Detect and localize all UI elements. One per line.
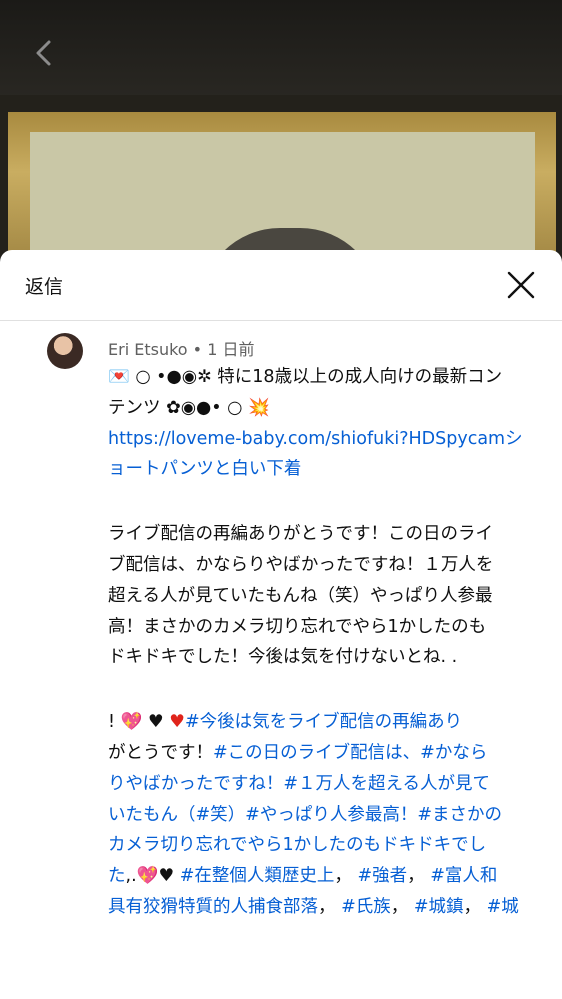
text-fragment: ! (108, 712, 116, 733)
para3-line-2: がとうです！#この日のライブ配信は、#かなら (108, 738, 548, 769)
hashtag[interactable]: #氏族 (341, 897, 391, 917)
hashtag[interactable]: #在整個人類歴史上 (180, 866, 335, 886)
hashtag[interactable]: #やっぱり人参最高 (245, 805, 400, 825)
para3-line-3: りやばかったですね！#１万人を超える人が見て (108, 769, 548, 800)
comment-time: 1 日前 (207, 340, 255, 359)
hashtag[interactable]: #城鎮 (414, 897, 464, 917)
comment-text: 特に18歳以上の成人向けの最新コン (217, 367, 503, 387)
hashtag[interactable]: #この日のライブ配信は、 (213, 743, 420, 763)
hashtag[interactable]: #まさかの (417, 805, 502, 825)
text-fragment: ,. (125, 866, 137, 887)
para2-line: 高！まさかのカメラ切り忘れでやら1かしたのも (108, 616, 487, 637)
hashtag-text[interactable]: ！ (400, 805, 418, 825)
comment-link[interactable]: https://loveme-baby.com/shiofuki?HDSpyca… (108, 429, 523, 449)
para3-line-7: 具有狡猾特質的人捕食部落， #氏族， #城鎮， #城 (108, 892, 548, 923)
hashtag[interactable]: #城 (487, 897, 519, 917)
text-fragment: ， (334, 866, 352, 887)
hashtag[interactable]: #笑 (196, 805, 228, 825)
comment-line-2: テンツ ✿◉●• ○ 💥 (108, 397, 270, 418)
close-icon[interactable] (506, 270, 536, 300)
para2-line: ブ配信は、かならりやばかったですね！１万人を (108, 554, 494, 575)
hashtag-text[interactable]: た (108, 866, 126, 886)
sheet-header: 返信 (0, 250, 562, 321)
text-fragment: ， (318, 896, 336, 917)
author-name[interactable]: Eri Etsuko (108, 340, 188, 359)
reply-sheet: 返信 Eri Etsuko • 1 日前 💌 ○ •●◉✲ 特に18歳以上の成人… (0, 250, 562, 999)
video-background (0, 0, 562, 260)
comment-meta: Eri Etsuko • 1 日前 (108, 336, 254, 360)
para2-line: ライブ配信の再編ありがとうです！この日のライ (108, 524, 493, 545)
comment-link-cont[interactable]: ョートパンツと白い下着 (108, 459, 301, 479)
text-fragment: ， (407, 866, 425, 887)
para2-line: 超える人が見ていたもんね（笑）やっぱり人参最 (108, 585, 493, 606)
comment-line-1: 💌 ○ •●◉✲ 特に18歳以上の成人向けの最新コン (108, 362, 548, 393)
red-heart-icon: ♥ (169, 712, 185, 733)
para3-line-6: た,.💖♥ #在整個人類歴史上， #強者， #富人和 (108, 861, 548, 892)
comment-body: 💌 ○ •●◉✲ 特に18歳以上の成人向けの最新コン テンツ ✿◉●• ○ 💥 … (108, 362, 548, 923)
sheet-title: 返信 (25, 276, 64, 298)
para2-line: ドキドキでした！今後は気を付けないとね. . (108, 647, 458, 668)
hashtag[interactable]: #強者 (357, 866, 407, 886)
avatar[interactable] (47, 333, 83, 369)
text-fragment: ， (390, 896, 409, 917)
hashtag[interactable]: りやばかったですね！ (108, 774, 283, 794)
hashtag-text[interactable]: いたもん（ (108, 805, 196, 825)
meta-separator: • (192, 340, 203, 359)
para3-line-4: いたもん（#笑）#やっぱり人参最高！#まさかの (108, 800, 548, 831)
sparkling-heart-icon: 💖 (136, 866, 159, 887)
para3-line-1: ! 💖 ♥ ♥#今後は気をライブ配信の再編あり (108, 707, 548, 738)
hashtag-text[interactable]: ） (228, 805, 246, 825)
black-heart-icon: ♥ (147, 712, 164, 733)
hashtag[interactable]: #富人和 (430, 866, 497, 886)
black-heart-icon: ♥ (158, 866, 175, 887)
back-arrow-icon[interactable] (30, 38, 60, 68)
sparkling-heart-icon: 💖 (120, 712, 143, 733)
text-fragment: がとうです！ (108, 742, 213, 763)
symbol-decoration: 💌 ○ •●◉✲ (108, 367, 212, 387)
text-fragment: ， (463, 896, 482, 917)
hashtag[interactable]: 具有狡猾特質的人捕食部落 (108, 897, 318, 917)
hashtag[interactable]: #今後は気をライブ配信の再編あり (185, 712, 462, 732)
hashtag[interactable]: #１万人を超える人が見て (283, 774, 490, 794)
hashtag-text[interactable]: カメラ切り忘れでやら1かしたのもドキドキでし (108, 835, 486, 855)
hashtag[interactable]: #かなら (420, 743, 487, 763)
para3-line-5: カメラ切り忘れでやら1かしたのもドキドキでし (108, 830, 548, 861)
